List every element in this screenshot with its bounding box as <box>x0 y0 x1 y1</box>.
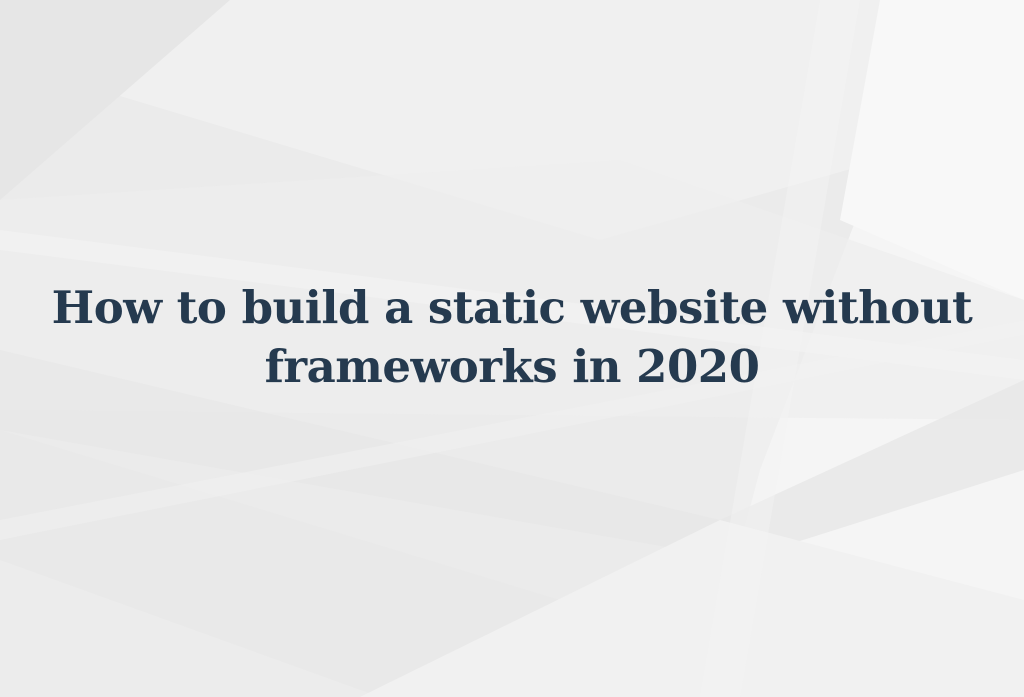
article-title: How to build a static website without fr… <box>0 278 1024 396</box>
title-line-2: frameworks in 2020 <box>264 340 760 393</box>
cover-image: How to build a static website without fr… <box>0 0 1024 697</box>
title-line-1: How to build a static website without <box>51 281 973 334</box>
title-container: How to build a static website without fr… <box>0 278 1024 396</box>
